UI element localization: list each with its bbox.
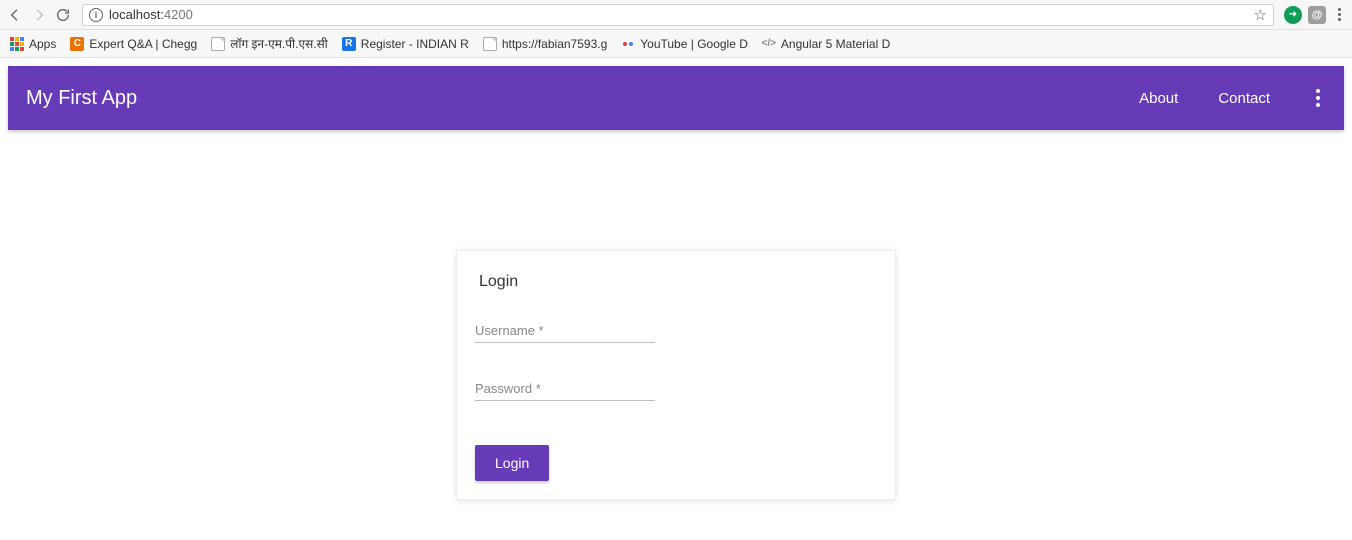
extension-icon-1[interactable]: ➜ [1284, 6, 1302, 24]
app-menu-button[interactable] [1310, 83, 1326, 113]
apps-icon [10, 37, 24, 51]
bookmark-label: Angular 5 Material D [781, 37, 890, 51]
page-content: My First App About Contact Login Login [0, 58, 1352, 508]
username-field[interactable] [475, 319, 655, 343]
bookmark-label: लॉग इन-एम.पी.एस.सी [230, 35, 328, 52]
code-icon: </> [762, 37, 776, 51]
document-icon [483, 37, 497, 51]
url-port: 4200 [164, 7, 193, 22]
bookmark-label: Expert Q&A | Chegg [89, 37, 197, 51]
site-icon: R [342, 37, 356, 51]
site-info-icon[interactable]: i [89, 8, 103, 22]
bookmark-star-icon[interactable]: ☆ [1254, 6, 1267, 24]
app-toolbar: My First App About Contact [8, 66, 1344, 130]
browser-toolbar: i localhost:4200 ☆ ➜ @ [0, 0, 1352, 30]
app-nav-right: About Contact [1139, 83, 1326, 113]
nav-about[interactable]: About [1139, 90, 1178, 107]
app-title: My First App [26, 87, 137, 110]
extension-icon-2[interactable]: @ [1308, 6, 1326, 24]
browser-menu-button[interactable] [1332, 6, 1346, 23]
bookmark-label: YouTube | Google D [640, 37, 748, 51]
login-card-title: Login [479, 273, 877, 291]
bookmark-label: https://fabian7593.g [502, 37, 607, 51]
bookmark-login-mp[interactable]: लॉग इन-एम.पी.एस.सी [211, 35, 328, 52]
url-host: localhost: [109, 7, 164, 22]
toolbar-right: ☆ [1254, 6, 1267, 24]
login-card: Login Login [456, 250, 896, 500]
reload-button[interactable] [54, 6, 72, 24]
url-text: localhost:4200 [109, 7, 193, 22]
forward-button [30, 6, 48, 24]
document-icon [211, 37, 225, 51]
login-button[interactable]: Login [475, 445, 549, 481]
main-area: Login Login [8, 130, 1344, 500]
bookmark-indian[interactable]: R Register - INDIAN R [342, 37, 469, 51]
youtube-icon [621, 37, 635, 51]
chegg-icon: C [70, 37, 84, 51]
bookmark-youtube[interactable]: YouTube | Google D [621, 37, 748, 51]
back-button[interactable] [6, 6, 24, 24]
bookmarks-bar: Apps C Expert Q&A | Chegg लॉग इन-एम.पी.ए… [0, 30, 1352, 58]
nav-contact[interactable]: Contact [1218, 90, 1270, 107]
bookmark-label: Register - INDIAN R [361, 37, 469, 51]
bookmark-label: Apps [29, 37, 56, 51]
password-field[interactable] [475, 377, 655, 401]
bookmark-angular[interactable]: </> Angular 5 Material D [762, 37, 890, 51]
address-bar[interactable]: i localhost:4200 ☆ [82, 4, 1274, 26]
bookmark-chegg[interactable]: C Expert Q&A | Chegg [70, 37, 197, 51]
bookmark-apps[interactable]: Apps [10, 37, 56, 51]
bookmark-fabian[interactable]: https://fabian7593.g [483, 37, 607, 51]
